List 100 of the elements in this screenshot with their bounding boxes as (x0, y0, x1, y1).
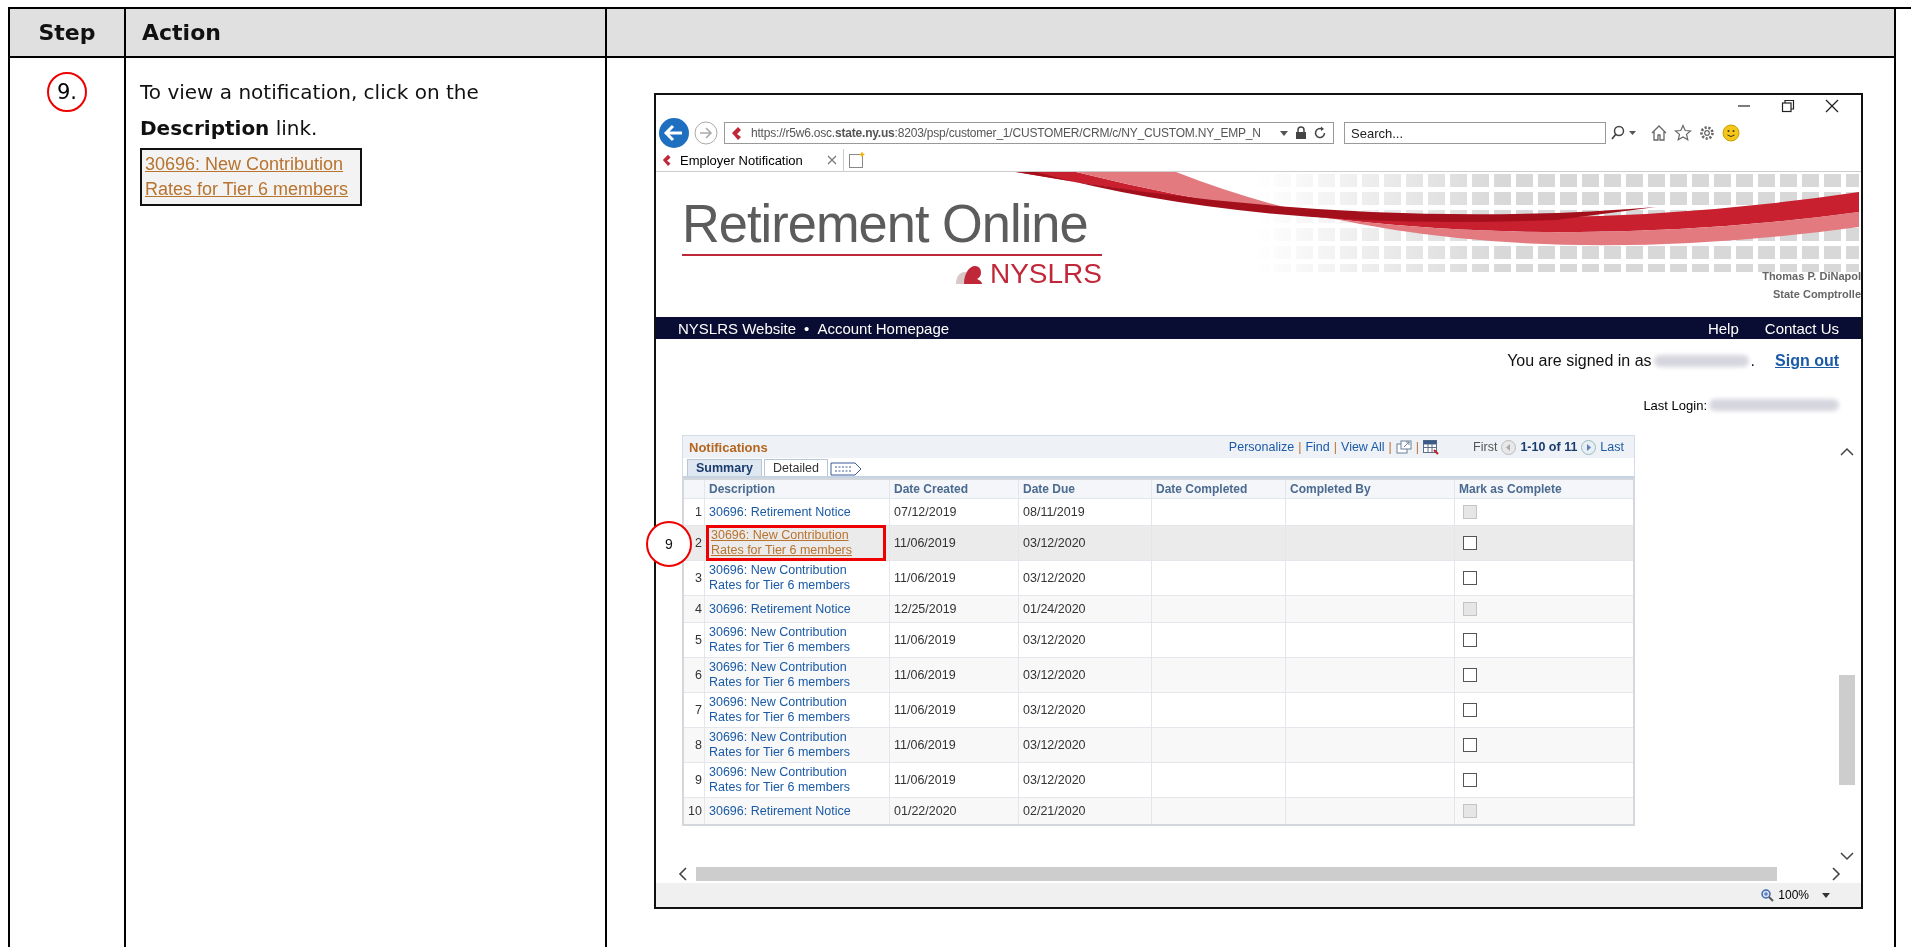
column-header: Step (38, 20, 96, 45)
table-cell: 12/25/2019 (889, 595, 1019, 623)
table-cell: 03/12/2020 (1018, 525, 1152, 561)
callout-number: 9 (646, 521, 692, 567)
column-header: Mark as Complete (1454, 479, 1634, 499)
row-number: 4 (683, 595, 705, 623)
settings-icon[interactable] (1698, 124, 1716, 142)
zoom-icon[interactable] (1761, 888, 1775, 902)
first-label[interactable]: First (1473, 440, 1498, 454)
column-header: Description (704, 479, 890, 499)
checkbox[interactable] (1463, 571, 1477, 586)
checkbox[interactable] (1463, 536, 1477, 551)
checkbox[interactable] (1463, 633, 1477, 648)
table-cell: 11/06/2019 (889, 727, 1019, 763)
signed-in-label: You are signed in as (1507, 352, 1652, 370)
toolbar-separator: | (1415, 440, 1420, 454)
home-icon[interactable] (1650, 124, 1668, 142)
address-field[interactable]: https://r5w6.osc.state.ny.us:8203/psp/customer_1/CUSTOMER/CRM/c/NY_CUSTOM.NY_EMP_N (724, 122, 1334, 144)
refresh-icon[interactable] (1313, 126, 1327, 140)
scroll-thumb[interactable] (1839, 675, 1855, 785)
table-cell: 07/12/2019 (889, 498, 1019, 526)
scroll-thumb[interactable] (696, 867, 1777, 881)
row-number: 5 (683, 622, 705, 658)
column-header: Date Created (889, 479, 1019, 499)
show-all-columns-icon[interactable] (829, 462, 862, 476)
table-cell: 11/06/2019 (889, 657, 1019, 693)
table-cell: 11/06/2019 (889, 692, 1019, 728)
column-header: Date Due (1018, 479, 1152, 499)
row-number: 3 (683, 560, 705, 596)
toolbar-link[interactable]: Find (1305, 440, 1330, 454)
table-cell: 03/12/2020 (1018, 692, 1152, 728)
last-link[interactable]: Last (1600, 440, 1624, 454)
close-icon[interactable] (1825, 99, 1839, 113)
smiley-icon[interactable] (1722, 124, 1740, 142)
scroll-left-icon[interactable] (678, 867, 688, 881)
step-number: 9. (47, 72, 87, 112)
search-icon[interactable] (1610, 125, 1638, 141)
column-header: Action (142, 20, 221, 45)
toolbar-separator: | (1333, 440, 1337, 454)
table-cell: 03/12/2020 (1018, 727, 1152, 763)
zoom-level[interactable]: 100% (1778, 888, 1809, 902)
table-cell: 11/06/2019 (889, 560, 1019, 596)
checkbox[interactable] (1463, 703, 1477, 718)
dropdown-icon[interactable] (1279, 129, 1289, 137)
official-title: State Comptrolle (1773, 287, 1861, 302)
new-window-icon[interactable] (1395, 440, 1412, 454)
row-number: 9 (683, 762, 705, 798)
official-name: Thomas P. DiNapol (1762, 269, 1861, 284)
checkbox[interactable] (1463, 738, 1477, 753)
column-header: Date Completed (1151, 479, 1286, 499)
table-cell: 11/06/2019 (889, 622, 1019, 658)
nav-separator: • (804, 319, 810, 337)
scroll-down-icon[interactable] (1840, 851, 1854, 861)
logo-subtitle: NYSLRS (989, 258, 1102, 290)
toolbar-link[interactable]: Personalize (1228, 440, 1295, 454)
logo-title: Retirement Online (682, 196, 1089, 250)
instruction-text: To view a notification, click on the Description link. (140, 79, 480, 142)
row-number: 8 (683, 727, 705, 763)
table-cell: 03/12/2020 (1018, 657, 1152, 693)
restore-icon[interactable] (1781, 99, 1795, 113)
checkbox[interactable] (1463, 773, 1477, 788)
new-tab-icon[interactable] (848, 151, 866, 169)
row-number: 6 (683, 657, 705, 693)
nav-link[interactable]: NYSLRS Website (678, 319, 797, 337)
signed-in-end: . (1750, 352, 1755, 370)
page-range: 1-10 of 11 (1520, 440, 1578, 454)
table-cell: 03/12/2020 (1018, 762, 1152, 798)
table-cell: 11/06/2019 (889, 525, 1019, 561)
last-login-label: Last Login: (1643, 397, 1707, 413)
scroll-right-icon[interactable] (1831, 867, 1841, 881)
toolbar-link[interactable]: View All (1341, 440, 1385, 454)
back-button[interactable] (658, 117, 690, 149)
grid-tab[interactable]: Detailed (764, 459, 828, 476)
search-field[interactable]: Search... (1344, 122, 1606, 144)
search-placeholder: Search... (1351, 125, 1404, 141)
sign-out-link[interactable]: Sign out (1775, 352, 1839, 370)
url-text: https://r5w6.osc.state.ny.us:8203/psp/customer_1/CUSTOMER/CRM/c/NY_CUSTOM.NY_EMP_N (751, 126, 1262, 140)
nav-link[interactable]: Contact Us (1764, 319, 1839, 337)
dropdown-icon[interactable] (1821, 891, 1831, 899)
checkbox[interactable] (1463, 668, 1477, 683)
row-number: 7 (683, 692, 705, 728)
table-cell: 03/12/2020 (1018, 622, 1152, 658)
nav-link[interactable]: Account Homepage (817, 319, 950, 337)
grid-tab[interactable]: Summary (687, 459, 762, 476)
toolbar-separator: | (1298, 440, 1302, 454)
toolbar-separator: | (1388, 440, 1392, 454)
column-header: Completed By (1285, 479, 1455, 499)
table-cell: 01/24/2020 (1018, 595, 1152, 623)
next-icon[interactable] (1581, 439, 1597, 455)
grid-title: Notifications (689, 439, 768, 455)
spreadsheet-icon[interactable] (1423, 439, 1440, 455)
table-cell: 08/11/2019 (1018, 498, 1152, 526)
table-cell: 03/12/2020 (1018, 560, 1152, 596)
tab-title: Employer Notification (680, 152, 803, 168)
star-icon[interactable] (1674, 124, 1692, 142)
lock-icon (1295, 126, 1307, 140)
table-cell: 11/06/2019 (889, 762, 1019, 798)
row-number: 1 (683, 498, 705, 526)
nav-link[interactable]: Help (1707, 319, 1739, 337)
scroll-up-icon[interactable] (1840, 447, 1854, 457)
